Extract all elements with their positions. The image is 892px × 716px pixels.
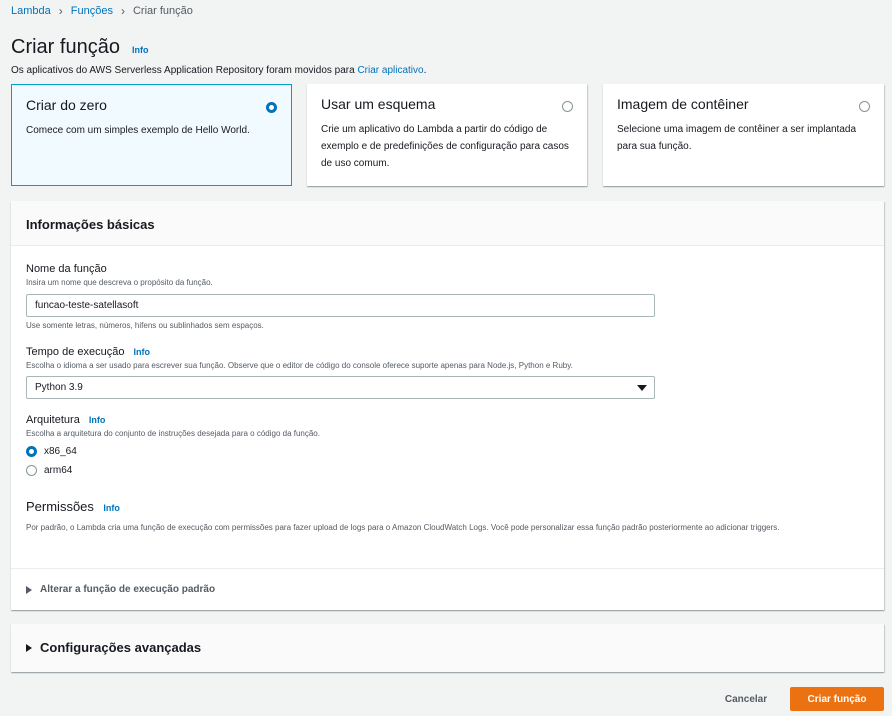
option-radio[interactable] (266, 102, 277, 113)
runtime-label-text: Tempo de execução (26, 346, 125, 358)
option-author-from-scratch[interactable]: Criar do zero Comece com um simples exem… (11, 84, 292, 186)
breadcrumb-current: Criar função (132, 5, 193, 17)
runtime-field: Tempo de execução Info Escolha o idioma … (26, 346, 573, 370)
option-container-image[interactable]: Imagem de contêiner Selecione uma imagem… (603, 84, 884, 186)
function-name-input[interactable]: funcao-teste-satellasoft (26, 294, 655, 317)
architecture-description: Escolha a arquitetura do conjunto de ins… (26, 429, 320, 438)
permissions-description: Por padrão, o Lambda cria uma função de … (26, 523, 780, 532)
create-application-link[interactable]: Criar aplicativo (357, 65, 423, 76)
permissions-info-link[interactable]: Info (103, 503, 120, 513)
option-title: Usar um esquema (321, 96, 436, 112)
subtitle-text: Os aplicativos do AWS Serverless Applica… (11, 65, 358, 76)
option-radio[interactable] (562, 101, 573, 112)
permissions-title: Permissões (26, 499, 94, 514)
option-use-blueprint[interactable]: Usar um esquema Crie um aplicativo do La… (307, 84, 587, 186)
runtime-select[interactable]: Python 3.9 (26, 376, 655, 399)
function-name-description: Insira um nome que descreva o propósito … (26, 278, 213, 287)
architecture-option-arm64[interactable]: arm64 (26, 465, 72, 476)
option-title: Criar do zero (26, 97, 107, 113)
advanced-settings-expander[interactable]: Configurações avançadas (26, 640, 201, 655)
runtime-info-link[interactable]: Info (134, 347, 151, 357)
runtime-label: Tempo de execução Info (26, 346, 573, 358)
create-function-button[interactable]: Criar função (790, 687, 884, 711)
breadcrumb: Lambda › Funções › Criar função (11, 4, 193, 18)
runtime-selected-value: Python 3.9 (35, 382, 83, 393)
divider (11, 568, 884, 569)
permissions-header: Permissões Info (26, 498, 856, 516)
breadcrumb-funcoes[interactable]: Funções (71, 5, 113, 17)
basic-info-panel: Informações básicas Nome da função Insir… (11, 201, 884, 610)
option-description: Crie um aplicativo do Lambda a partir do… (321, 124, 569, 169)
architecture-option-label: x86_64 (44, 446, 77, 457)
advanced-settings-title: Configurações avançadas (40, 640, 202, 655)
architecture-option-label: arm64 (44, 465, 73, 476)
caret-down-icon (637, 385, 647, 391)
option-title: Imagem de contêiner (617, 96, 749, 112)
page-subtitle: Os aplicativos do AWS Serverless Applica… (11, 65, 426, 76)
runtime-description: Escolha o idioma a ser usado para escrev… (26, 361, 573, 370)
architecture-label: Arquitetura Info (26, 414, 320, 426)
option-description: Comece com um simples exemplo de Hello W… (26, 125, 250, 136)
function-name-hint-wrap: Use somente letras, números, hifens ou s… (26, 321, 264, 330)
function-name-label: Nome da função (26, 263, 107, 275)
advanced-settings-panel: Configurações avançadas (11, 624, 884, 672)
function-name-field: Nome da função Insira um nome que descre… (26, 263, 213, 287)
cancel-button[interactable]: Cancelar (713, 687, 779, 711)
title-info-link[interactable]: Info (132, 45, 149, 55)
architecture-radio-x86[interactable] (26, 446, 37, 457)
architecture-field: Arquitetura Info Escolha a arquitetura d… (26, 414, 320, 438)
function-name-hint: Use somente letras, números, hifens ou s… (26, 321, 264, 330)
architecture-info-link[interactable]: Info (89, 415, 106, 425)
architecture-radio-arm64[interactable] (26, 465, 37, 476)
change-execution-role-expander[interactable]: Alterar a função de execução padrão (26, 584, 215, 595)
chevron-right-icon: › (58, 4, 63, 18)
breadcrumb-lambda[interactable]: Lambda (11, 5, 51, 17)
option-radio[interactable] (859, 101, 870, 112)
caret-right-icon (26, 643, 32, 652)
subtitle-end: . (423, 65, 427, 76)
permissions-section: Permissões Info Por padrão, o Lambda cri… (26, 498, 856, 535)
change-execution-role-label: Alterar a função de execução padrão (40, 584, 216, 595)
option-description: Selecione uma imagem de contêiner a ser … (617, 124, 857, 152)
chevron-right-icon: › (120, 4, 125, 18)
architecture-label-text: Arquitetura (26, 414, 80, 426)
architecture-option-x86[interactable]: x86_64 (26, 446, 77, 457)
caret-right-icon (26, 585, 32, 594)
basic-info-header: Informações básicas (11, 201, 884, 246)
page-title: Criar função (11, 36, 120, 58)
